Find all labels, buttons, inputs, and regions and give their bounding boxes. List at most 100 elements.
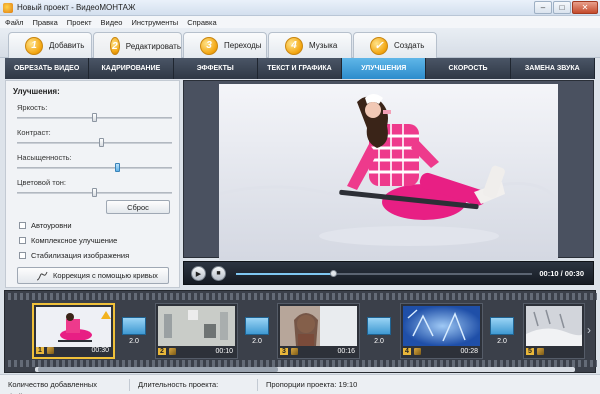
transition-3[interactable]: 2.0 [365, 317, 393, 351]
checkbox-label: Стабилизация изображения [31, 251, 130, 260]
player-controls: ▶ ■ 00:10 / 00:30 [183, 261, 594, 285]
checkmark-icon: ✓ [370, 36, 388, 55]
files-count: Количество добавленных файлов: 7 [0, 378, 130, 394]
transition-1[interactable]: 2.0 [120, 317, 148, 351]
hue-label: Цветовой тон: [17, 178, 66, 187]
app-icon [3, 2, 13, 13]
clip-number: 3 [280, 348, 288, 355]
step-number-badge: 3 [200, 36, 218, 55]
clip-thumbnail [158, 306, 235, 346]
edit-tabs: ОБРЕЗАТЬ ВИДЕО КАДРИРОВАНИЕ ЭФФЕКТЫ ТЕКС… [5, 58, 595, 79]
preview-frame [219, 84, 558, 260]
clip-3[interactable]: 3 00:16 [277, 303, 360, 359]
contrast-slider[interactable] [17, 138, 172, 147]
enhance-panel: Улучшения: Яркость: Контраст: Насыщеннос… [5, 80, 180, 288]
transition-duration: 2.0 [497, 338, 507, 345]
tab-trim[interactable]: ОБРЕЗАТЬ ВИДЕО [5, 58, 90, 79]
menu-bar: Файл Правка Проект Видео Инструменты Спр… [0, 16, 600, 28]
brightness-slider[interactable] [17, 113, 172, 122]
slider-thumb[interactable] [114, 163, 120, 172]
tab-text-graphics[interactable]: ТЕКСТ И ГРАФИКА [258, 58, 343, 79]
scrollbar-thumb[interactable] [38, 367, 278, 372]
saturation-slider[interactable] [17, 163, 172, 172]
step-label: Музыка [309, 41, 338, 50]
tab-enhance[interactable]: УЛУЧШЕНИЯ [342, 58, 427, 79]
step-add[interactable]: 1 Добавить [8, 32, 92, 58]
transition-2[interactable]: 2.0 [243, 317, 271, 351]
edit-pencil-icon[interactable] [168, 348, 176, 355]
title-bar: Новый проект - ВидеоМОНТАЖ – □ ✕ [0, 0, 600, 16]
clip-duration: 00:16 [337, 348, 355, 355]
clip-thumbnail [36, 307, 111, 347]
slider-thumb[interactable] [99, 138, 105, 147]
wizard-steps: 1 Добавить 2 Редактировать 3 Переходы 4 … [0, 28, 600, 59]
clip-thumbnail-image [403, 306, 480, 346]
step-label: Переходы [224, 41, 262, 50]
tab-crop[interactable]: КАДРИРОВАНИЕ [89, 58, 174, 79]
menu-help[interactable]: Справка [187, 18, 216, 27]
clip-1[interactable]: 1 00:30 [32, 303, 115, 359]
clip-4[interactable]: 4 00:28 [400, 303, 483, 359]
step-label: Создать [394, 41, 425, 50]
transition-icon [367, 317, 391, 335]
complex-enhance-checkbox[interactable]: Комплексное улучшение [19, 236, 117, 245]
maximize-button[interactable]: □ [553, 1, 571, 14]
clip-duration: 00:28 [460, 348, 478, 355]
edit-pencil-icon[interactable] [413, 348, 421, 355]
stabilize-checkbox[interactable]: Стабилизация изображения [19, 251, 129, 260]
contrast-label: Контраст: [17, 128, 51, 137]
menu-edit[interactable]: Правка [32, 18, 57, 27]
time-display: 00:10 / 00:30 [539, 269, 584, 278]
menu-tools[interactable]: Инструменты [131, 18, 178, 27]
checkbox-label: Комплексное улучшение [31, 236, 118, 245]
transition-duration: 2.0 [374, 338, 384, 345]
curves-label: Коррекция с помощью кривых [53, 271, 158, 280]
tab-speed[interactable]: СКОРОСТЬ [426, 58, 511, 79]
step-edit[interactable]: 2 Редактировать [93, 32, 182, 59]
hue-slider[interactable] [17, 188, 172, 197]
film-perforation [5, 293, 597, 300]
clip-number: 4 [403, 348, 411, 355]
checkbox-box[interactable] [19, 252, 26, 259]
step-number-badge: 1 [25, 36, 43, 55]
menu-project[interactable]: Проект [67, 18, 92, 27]
close-button[interactable]: ✕ [572, 1, 598, 14]
reset-button[interactable]: Сброс [106, 200, 170, 214]
step-number-badge: 4 [285, 36, 303, 55]
play-button[interactable]: ▶ [191, 266, 206, 281]
transition-icon [122, 317, 146, 335]
clip-5[interactable]: 5 [523, 303, 585, 359]
seek-bar[interactable] [236, 270, 532, 277]
seek-knob[interactable] [329, 270, 337, 277]
clip-thumbnail [526, 306, 582, 346]
checkbox-box[interactable] [19, 237, 26, 244]
chevron-right-icon[interactable]: › [587, 323, 591, 337]
tab-replace-audio[interactable]: ЗАМЕНА ЗВУКА [511, 58, 595, 79]
step-transitions[interactable]: 3 Переходы [183, 32, 267, 58]
edit-pencil-icon[interactable] [290, 348, 298, 355]
auto-levels-checkbox[interactable]: Автоуровни [19, 221, 72, 230]
minimize-button[interactable]: – [534, 1, 552, 14]
transition-4[interactable]: 2.0 [488, 317, 516, 351]
menu-file[interactable]: Файл [5, 18, 23, 27]
edit-pencil-icon[interactable] [536, 348, 544, 355]
window-title: Новый проект - ВидеоМОНТАЖ [17, 3, 136, 12]
clip-number: 2 [158, 348, 166, 355]
step-music[interactable]: 4 Музыка [268, 32, 352, 58]
curves-button[interactable]: Коррекция с помощью кривых [17, 267, 169, 284]
step-create[interactable]: ✓ Создать [353, 32, 437, 58]
edit-pencil-icon[interactable] [46, 347, 54, 354]
menu-video[interactable]: Видео [101, 18, 123, 27]
clip-thumbnail-image [158, 306, 235, 346]
curve-icon [36, 271, 48, 280]
brightness-label: Яркость: [17, 103, 48, 112]
checkbox-box[interactable] [19, 222, 26, 229]
slider-thumb[interactable] [91, 113, 97, 122]
tab-effects[interactable]: ЭФФЕКТЫ [174, 58, 258, 79]
clip-number: 1 [36, 347, 44, 354]
stop-button[interactable]: ■ [211, 266, 226, 281]
clip-2[interactable]: 2 00:10 [155, 303, 238, 359]
video-preview[interactable] [183, 80, 594, 260]
slider-thumb[interactable] [91, 188, 97, 197]
timeline-scrollbar[interactable] [35, 367, 575, 372]
